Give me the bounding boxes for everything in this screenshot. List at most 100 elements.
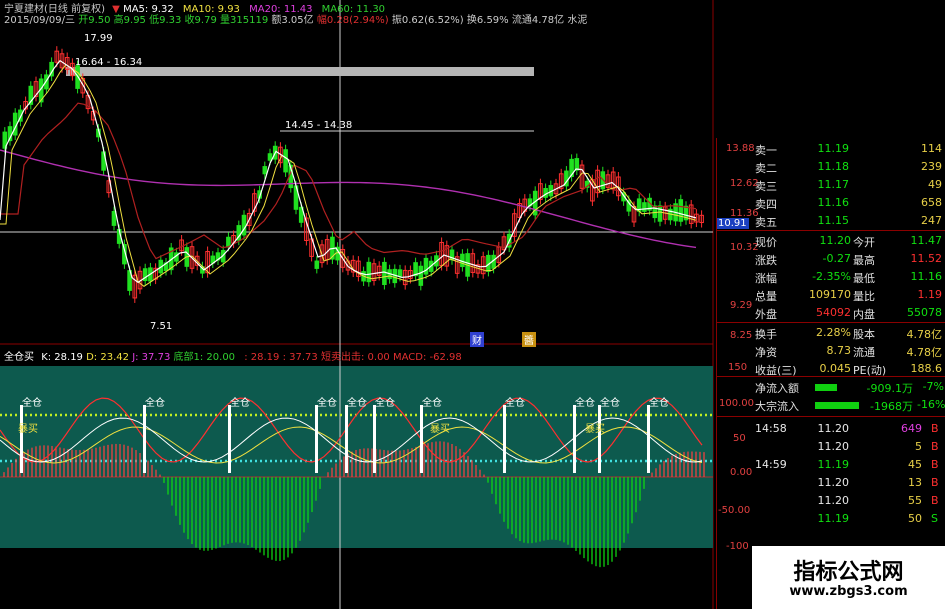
tick-price: 11.20 [817,440,850,453]
ask-level-label: 卖四 [755,198,777,211]
watermark-badge: 指标公式网 www.zbgs3.com [752,546,945,609]
candle [418,265,424,286]
stat-label: 涨跌 [755,254,777,267]
finance-marker[interactable]: 财 [470,332,484,347]
full-position-label: 全仓 [145,398,165,409]
tick-row: 14:59 11.19 45 B [717,456,945,474]
stat-value: -2.35% [812,270,851,283]
ask-level-label: 卖三 [755,180,777,193]
tick-direction: S [931,512,938,525]
stat-row: 外盘 54092 内盘 55078 [717,304,945,322]
full-position-label: 全仓 [649,398,669,409]
stat-label: 最低 [853,272,875,285]
kline-chart-area[interactable]: 宁夏建材(日线 前复权) ▼ MA5: 9.32 MA10: 9.93 MA20… [0,0,759,609]
stat-row: 涨幅 -2.35% 最低 11.16 [717,268,945,286]
candle [267,153,273,161]
flow-pct: -7% [922,380,944,393]
candle [423,257,429,275]
full-position-label: 全仓 [575,398,595,409]
candle [226,236,231,247]
flow-label: 大宗流入 [755,400,799,413]
ask-price: 11.18 [817,160,850,173]
k-value: K: 28.19 [41,352,83,363]
stat-value: 11.47 [910,234,943,247]
candle [397,269,403,277]
stat-label: 外盘 [755,308,777,321]
stat-value: 188.6 [910,362,943,375]
full-position-label: 全仓 [375,398,395,409]
ask-row: 卖四 11.16 658 [717,194,945,212]
strong-buy-label: 暴买 [18,424,38,435]
stat-value: 1.19 [917,288,943,301]
stat-label: 今开 [853,236,875,249]
candle [678,199,684,222]
full-position-bar [373,405,376,473]
stat-value: 54092 [816,306,851,319]
ask-level-label: 卖五 [755,216,777,229]
ask-row: 卖二 11.18 239 [717,158,945,176]
stat-value: -0.27 [822,252,851,265]
stat-label: 股本 [853,328,875,341]
tick-price: 11.20 [817,494,850,507]
bar-change: 幅0.28(2.94%) [316,15,389,26]
candle [574,158,580,171]
stat-value: 8.73 [826,344,852,357]
tick-price: 11.19 [817,512,850,525]
stat-value: 11.52 [910,252,943,265]
low-label: 7.51 [150,321,173,332]
full-position-label: 全仓 [600,398,620,409]
ask-price: 11.16 [817,196,850,209]
event-marker[interactable]: 醬 [522,332,536,347]
tick-volume: 55 [908,494,922,507]
stat-label: 量比 [853,290,875,303]
flow-value: -909.1万 [866,382,913,395]
bar-volume: 量315119 [220,15,269,26]
full-position-bar [345,405,348,473]
tick-row: 14:58 11.20 649 B [717,420,945,438]
full-position-bar [315,405,318,473]
ask-price: 11.19 [817,142,850,155]
stat-label: 换手 [755,328,777,341]
full-position-label: 全仓 [347,398,367,409]
ask-volume: 247 [921,214,942,227]
tick-direction: B [931,494,939,507]
full-position-bar [228,405,231,473]
bar-open: 开9.50 [78,15,111,26]
stat-value: 4.78亿 [906,346,943,359]
tick-direction: B [931,440,939,453]
candle [642,202,647,212]
flow-label: 净流入额 [755,382,799,395]
tick-direction: B [931,458,939,471]
ask-row: 卖三 11.17 49 [717,176,945,194]
d-value: D: 23.42 [86,352,129,363]
stat-value: 55078 [907,306,942,319]
tick-volume: 50 [908,512,922,525]
strong-buy-label: 暴买 [430,424,450,435]
full-position-label: 全仓 [230,398,250,409]
tick-volume: 649 [901,422,922,435]
full-position-label: 全仓 [505,398,525,409]
full-position-bar [20,405,23,473]
bar-close: 收9.79 [184,15,217,26]
stat-row: 总量 109170 量比 1.19 [717,286,945,304]
tick-volume: 45 [908,458,922,471]
price-chart[interactable] [0,0,715,609]
tick-row: 11.20 55 B [717,492,945,510]
full-position-label: 全仓 [22,398,42,409]
stat-value: 109170 [809,288,851,301]
indicator-name[interactable]: 全仓买 [4,352,34,363]
ask-price: 11.17 [817,178,850,191]
peak-label: 17.99 [84,33,113,44]
j-value: J: 37.73 [132,352,171,363]
macd-value: MACD: -62.98 [393,352,462,363]
stat-value: 0.045 [819,362,852,375]
ask-row: 卖五 11.15 247 [717,212,945,230]
stat-row: 换手 2.28% 股本 4.78亿 [717,324,945,342]
band1-label: 16.64 - 16.34 [75,57,143,68]
bar-high: 高9.95 [113,15,146,26]
candle [366,261,372,283]
full-position-bar [503,405,506,473]
stat-label: 内盘 [853,308,875,321]
bar-turnover: 换6.59% [466,15,509,26]
ask-volume: 49 [928,178,942,191]
